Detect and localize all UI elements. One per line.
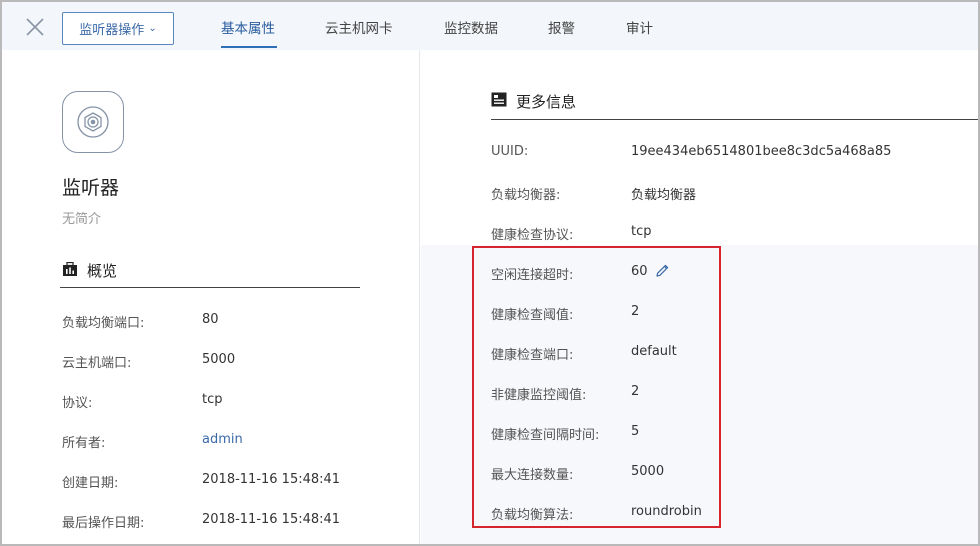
overview-label: 云主机端口: [62,356,132,371]
overview-value: 5000 [202,352,236,367]
info-label: 负载均衡器: [491,188,561,203]
overview-value: 2018-11-16 15:48:41 [202,472,341,487]
close-icon[interactable] [24,16,46,38]
more-info-title: 更多信息 [516,93,577,111]
info-label: 健康检查端口: [491,348,574,363]
listener-icon [77,106,109,138]
left-panel: 监听器 无简介 概览 负载均衡端口: 80 云主机端口: 5000 协议: tc… [2,50,420,544]
entity-description: 无简介 [62,212,102,227]
info-value: 5000 [631,464,665,479]
info-label: 健康检查阈值: [491,308,574,323]
tab-audit[interactable]: 审计 [626,17,653,37]
load-balancer-link[interactable]: 负载均衡器 [631,184,696,203]
edit-icon[interactable] [655,263,670,278]
overview-section-header: 概览 [60,258,360,288]
overview-title: 概览 [87,262,118,280]
more-info-section-header: 更多信息 [491,84,980,120]
document-icon [491,92,507,107]
info-value: tcp [631,224,652,239]
tab-alarm[interactable]: 报警 [548,17,575,37]
info-value: 5 [631,424,640,439]
info-value: 19ee434eb6514801bee8c3dc5a468a85 [631,144,892,159]
right-panel: 更多信息 UUID: 19ee434eb6514801bee8c3dc5a468… [421,50,980,544]
listener-actions-label: 监听器操作 [79,23,145,38]
overview-value: tcp [202,392,223,407]
info-label: 非健康监控阈值: [491,388,587,403]
top-bar: 监听器操作 ⌄ 基本属性 云主机网卡 监控数据 报警 审计 [2,2,978,50]
info-value: roundrobin [631,504,702,519]
owner-link[interactable]: admin [202,432,243,447]
overview-label: 创建日期: [62,476,119,491]
info-label: 健康检查协议: [491,228,574,243]
chevron-down-icon: ⌄ [148,23,157,34]
info-label: 最大连接数量: [491,468,574,483]
overview-value: 80 [202,312,219,327]
listener-avatar [62,91,124,153]
info-value: 2 [631,304,640,319]
overview-label: 协议: [62,396,93,411]
briefcase-icon [63,262,77,276]
info-label: 健康检查间隔时间: [491,428,600,443]
info-value: 60 [631,264,648,279]
overview-value: 2018-11-16 15:48:41 [202,512,341,527]
info-value: default [631,344,677,359]
overview-label: 最后操作日期: [62,516,145,531]
tab-vm-nic[interactable]: 云主机网卡 [325,17,393,37]
listener-actions-button[interactable]: 监听器操作 ⌄ [62,12,174,45]
info-label: UUID: [491,144,529,159]
info-value: 2 [631,384,640,399]
overview-label: 负载均衡端口: [62,316,145,331]
overview-label: 所有者: [62,436,106,451]
entity-name: 监听器 [62,177,120,199]
info-label: 负载均衡算法: [491,508,574,523]
tab-basic-properties[interactable]: 基本属性 [221,17,275,37]
tab-monitoring-data[interactable]: 监控数据 [444,17,498,37]
active-tab-indicator [221,46,277,48]
info-label: 空闲连接超时: [491,268,574,283]
